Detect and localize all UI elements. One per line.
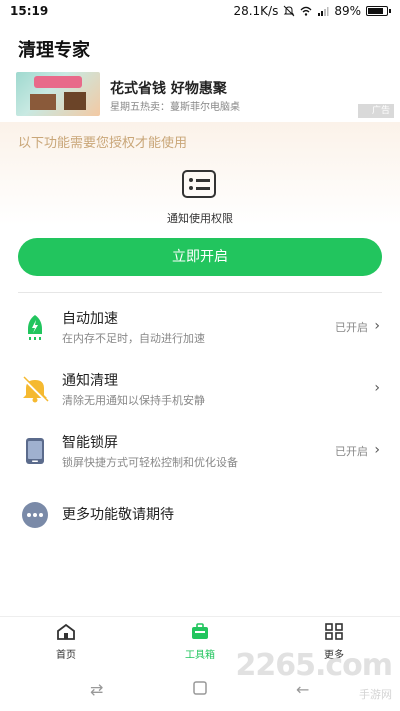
rocket-icon (28, 315, 42, 340)
feature-status: 已开启 (335, 321, 368, 334)
feature-desc: 清除无用通知以保持手机安静 (62, 394, 205, 407)
feature-auto-boost[interactable]: 自动加速 在内存不足时，自动进行加速 已开启 › (0, 300, 400, 354)
signal-icon (318, 7, 329, 16)
recent-apps-icon[interactable]: ⇄ (90, 680, 103, 699)
battery-icon (366, 6, 391, 16)
wifi-icon (300, 6, 312, 16)
battery-percent: 89% (334, 4, 361, 18)
ad-title: 花式省钱 好物惠聚 (110, 81, 227, 97)
status-right: 28.1K/s 89% (233, 4, 391, 18)
feature-title: 通知清理 (62, 373, 118, 389)
chevron-right-icon: › (374, 380, 380, 396)
network-speed: 28.1K/s (233, 4, 279, 18)
status-bar: 15:19 28.1K/s 89% (0, 0, 400, 24)
more-dots-icon (22, 502, 48, 528)
chevron-right-icon: › (374, 318, 380, 334)
feature-title: 自动加速 (62, 311, 118, 327)
ad-subtitle: 星期五热卖：蔓斯菲尔电脑桌 (110, 102, 240, 113)
feature-status: 已开启 (335, 445, 368, 458)
nav-home[interactable]: 首页 (26, 623, 106, 661)
watermark-sub: 手游网 (359, 688, 392, 701)
auth-section: 以下功能需要您授权才能使用 通知使用权限 立即开启 (0, 122, 400, 294)
feature-desc: 在内存不足时，自动进行加速 (62, 332, 205, 345)
nav-toolbox-label: 工具箱 (185, 650, 215, 661)
phone-icon (26, 438, 44, 464)
status-time: 15:19 (10, 4, 49, 18)
ad-image[interactable] (16, 72, 100, 116)
bell-off-icon (283, 5, 295, 17)
chevron-right-icon: › (374, 442, 380, 458)
ad-banner[interactable]: 花式省钱 好物惠聚 星期五热卖：蔓斯菲尔电脑桌 广告 (0, 68, 400, 120)
divider (18, 292, 382, 293)
ad-tag: 广告 (357, 104, 394, 118)
feature-title: 更多功能敬请期待 (62, 507, 174, 523)
grid-icon (325, 623, 343, 640)
home-icon (57, 623, 75, 640)
feature-notification-clean[interactable]: 通知清理 清除无用通知以保持手机安静 › (0, 362, 400, 416)
page-title: 清理专家 (18, 40, 90, 61)
nav-home-label: 首页 (56, 650, 76, 661)
home-square-icon[interactable] (192, 680, 208, 700)
permission-label: 通知使用权限 (167, 212, 233, 225)
nav-toolbox[interactable]: 工具箱 (160, 623, 240, 661)
enable-now-button[interactable]: 立即开启 (18, 238, 382, 276)
watermark-logo: 2265.com (235, 648, 393, 683)
feature-more-coming: 更多功能敬请期待 (0, 488, 400, 542)
muted-bell-icon (22, 376, 49, 403)
feature-desc: 锁屏快捷方式可轻松控制和优化设备 (62, 456, 238, 469)
auth-notice: 以下功能需要您授权才能使用 (18, 136, 188, 151)
feature-title: 智能锁屏 (62, 435, 118, 451)
feature-smart-lock[interactable]: 智能锁屏 锁屏快捷方式可轻松控制和优化设备 已开启 › (0, 424, 400, 478)
toolbox-icon (192, 623, 208, 639)
notification-permission-icon (182, 170, 216, 198)
